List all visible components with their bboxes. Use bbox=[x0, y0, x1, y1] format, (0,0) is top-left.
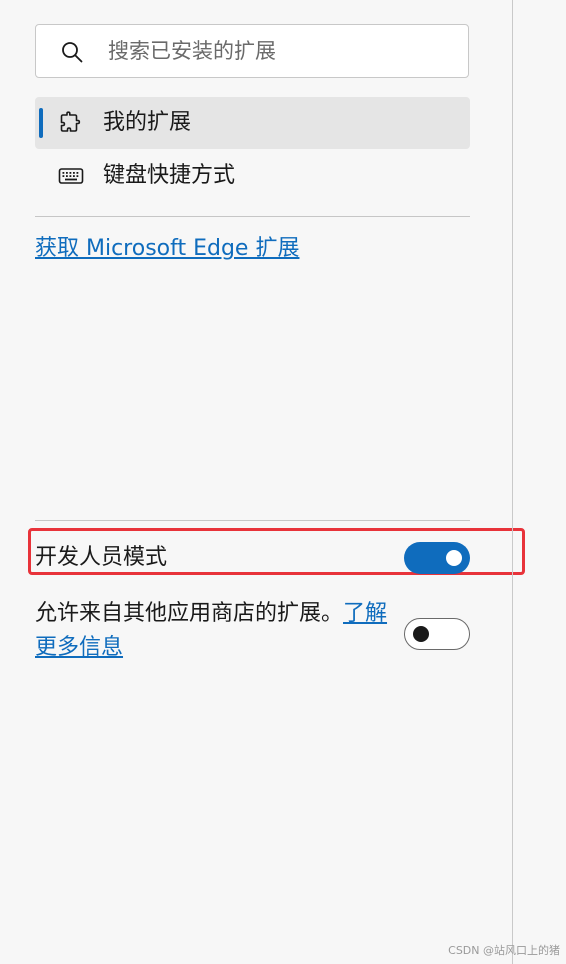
divider bbox=[35, 216, 470, 217]
pane-divider bbox=[512, 0, 513, 964]
nav-item-label: 我的扩展 bbox=[103, 110, 192, 135]
developer-mode-label: 开发人员模式 bbox=[35, 545, 168, 570]
nav-item-my-extensions[interactable]: 我的扩展 bbox=[35, 97, 470, 149]
allow-other-stores-toggle[interactable] bbox=[404, 618, 470, 650]
toggle-knob bbox=[446, 550, 462, 566]
puzzle-icon bbox=[60, 111, 81, 132]
watermark: CSDN @站风口上的猪 bbox=[448, 944, 560, 957]
allow-other-stores-label: 允许来自其他应用商店的扩展。了解更多信息 bbox=[35, 597, 395, 665]
toggle-knob bbox=[413, 625, 429, 642]
get-extensions-link[interactable]: 获取 Microsoft Edge 扩展 bbox=[35, 230, 299, 262]
search-icon bbox=[62, 42, 83, 63]
search-box[interactable] bbox=[35, 24, 469, 78]
allow-other-stores-text: 允许来自其他应用商店的扩展。 bbox=[35, 601, 344, 626]
developer-mode-toggle[interactable] bbox=[404, 542, 470, 574]
nav-item-keyboard-shortcuts[interactable]: 键盘快捷方式 bbox=[35, 150, 470, 202]
nav-item-label: 键盘快捷方式 bbox=[103, 163, 236, 188]
keyboard-icon bbox=[58, 168, 84, 184]
divider bbox=[35, 520, 470, 521]
extensions-sidebar-page: 我的扩展 键盘快捷方式 获取 Microsoft Edge 扩展 开发人员模 bbox=[0, 0, 566, 964]
search-input[interactable] bbox=[108, 25, 458, 77]
